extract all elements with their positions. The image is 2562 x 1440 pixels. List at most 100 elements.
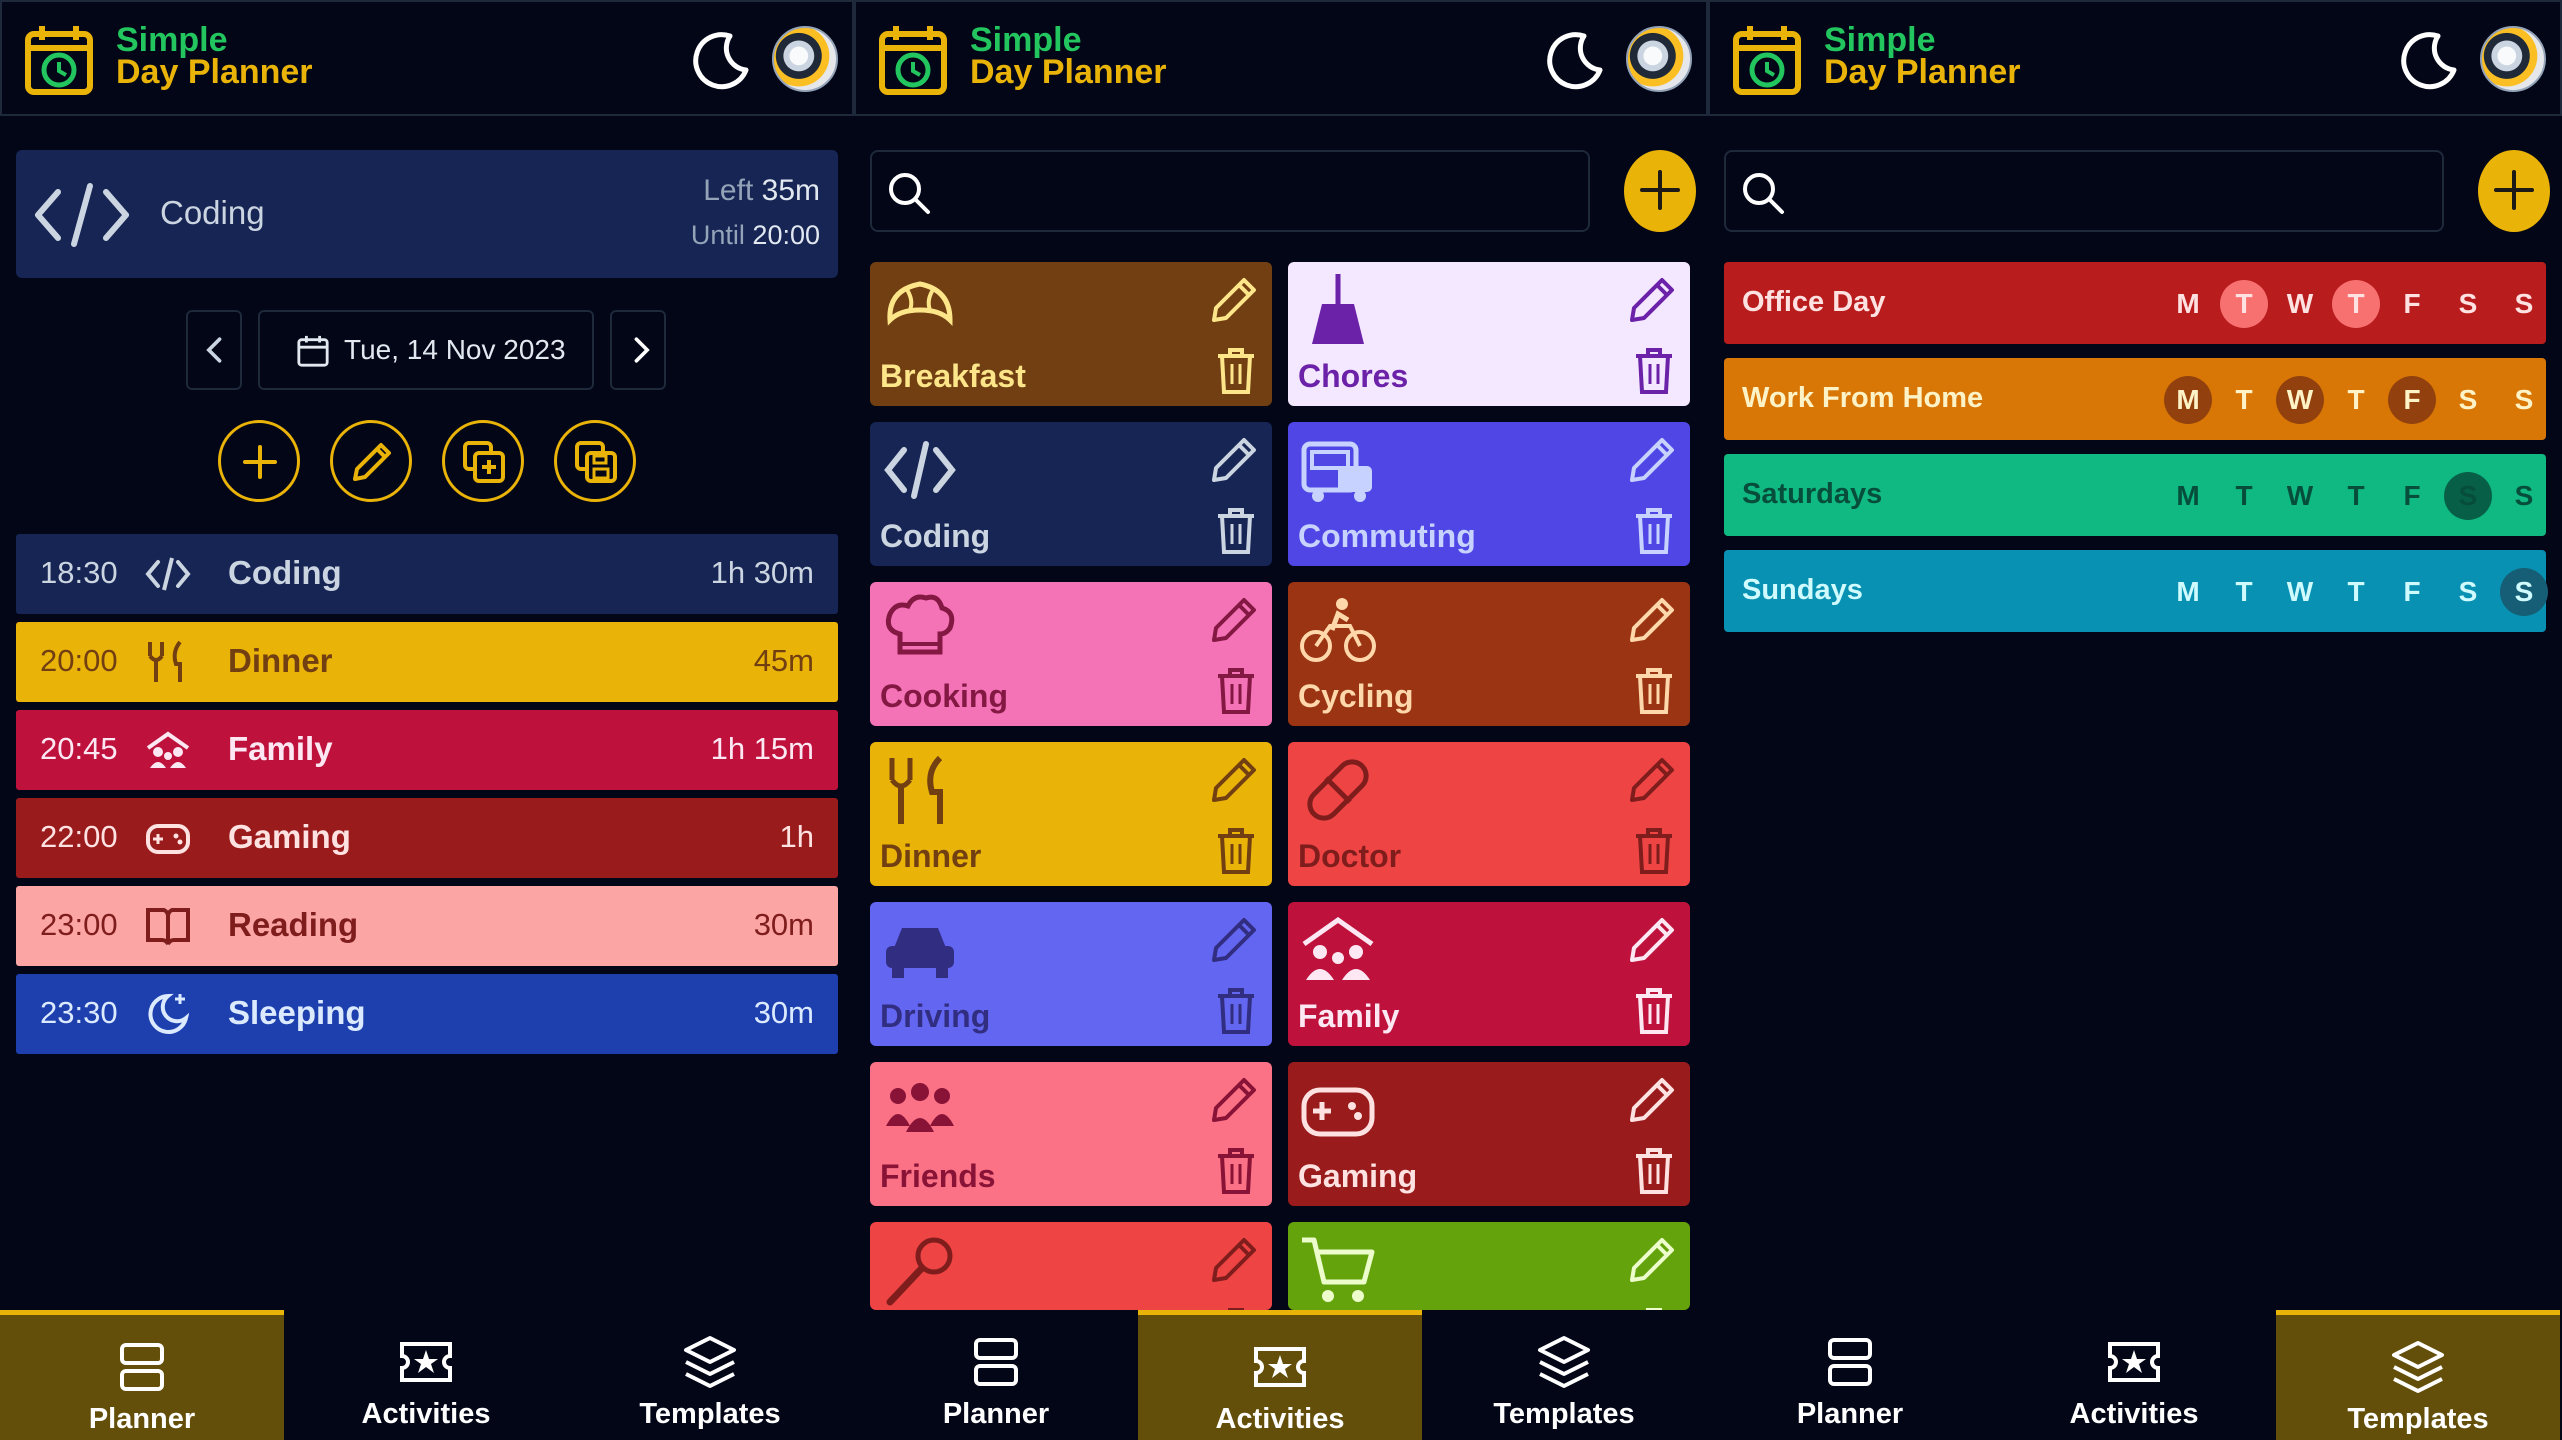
template-row[interactable]: Sundays M T W T F S S	[1724, 550, 2548, 632]
theme-toggle-moon-icon[interactable]	[2400, 30, 2460, 90]
add-activity-button[interactable]	[1624, 150, 1696, 232]
nav-planner[interactable]: Planner	[1708, 1310, 1992, 1440]
date-picker-button[interactable]: Tue, 14 Nov 2023	[258, 310, 594, 390]
delete-trash-icon[interactable]	[1632, 666, 1676, 714]
schedule-row[interactable]: 20:45 Family 1h 15m	[16, 710, 838, 790]
weekday-chip[interactable]: T	[2220, 568, 2268, 616]
nav-templates[interactable]: Templates	[568, 1310, 852, 1440]
weekday-chip[interactable]: S	[2444, 568, 2492, 616]
delete-trash-icon[interactable]	[1632, 826, 1676, 874]
delete-trash-icon[interactable]	[1632, 986, 1676, 1034]
theme-toggle-moon-icon[interactable]	[692, 30, 752, 90]
edit-pencil-icon[interactable]	[1628, 436, 1676, 484]
weekday-chip[interactable]: M	[2164, 280, 2212, 328]
activity-card[interactable]: Breakfast	[870, 262, 1272, 406]
activity-card[interactable]: Gaming	[1288, 1062, 1690, 1206]
activity-card[interactable]	[870, 1222, 1272, 1310]
avatar[interactable]	[1626, 26, 1692, 92]
weekday-chip[interactable]: W	[2276, 568, 2324, 616]
edit-pencil-icon[interactable]	[1628, 276, 1676, 324]
weekday-chip[interactable]: M	[2164, 568, 2212, 616]
activity-card[interactable]	[1288, 1222, 1690, 1310]
delete-trash-icon[interactable]	[1632, 1146, 1676, 1194]
weekday-chip[interactable]: S	[2444, 280, 2492, 328]
delete-trash-icon[interactable]	[1214, 1146, 1258, 1194]
activity-card[interactable]: Cooking	[870, 582, 1272, 726]
edit-pencil-icon[interactable]	[1210, 916, 1258, 964]
template-row[interactable]: Saturdays M T W T F S S	[1724, 454, 2546, 536]
delete-trash-icon[interactable]	[1214, 506, 1258, 554]
nav-templates[interactable]: Templates	[1422, 1310, 1706, 1440]
weekday-chip[interactable]: T	[2332, 280, 2380, 328]
add-template-button[interactable]	[2478, 150, 2550, 232]
nav-planner[interactable]: Planner	[0, 1310, 284, 1440]
schedule-row[interactable]: 18:30 Coding 1h 30m	[16, 534, 838, 614]
delete-trash-icon[interactable]	[1214, 346, 1258, 394]
weekday-chip[interactable]: F	[2388, 280, 2436, 328]
schedule-row[interactable]: 23:00 Reading 30m	[16, 886, 838, 966]
template-row[interactable]: Work From Home M T W T F S S	[1724, 358, 2546, 440]
activity-card[interactable]: Doctor	[1288, 742, 1690, 886]
nav-activities[interactable]: Activities	[1992, 1310, 2276, 1440]
copy-plan-button[interactable]	[442, 420, 524, 502]
weekday-chip[interactable]: F	[2388, 472, 2436, 520]
search-input[interactable]	[870, 150, 1590, 232]
delete-trash-icon[interactable]	[1632, 506, 1676, 554]
activity-card[interactable]: Driving	[870, 902, 1272, 1046]
weekday-chip[interactable]: T	[2220, 280, 2268, 328]
weekday-chip[interactable]: T	[2332, 568, 2380, 616]
nav-templates[interactable]: Templates	[2276, 1310, 2560, 1440]
weekday-chip[interactable]: S	[2444, 376, 2492, 424]
edit-pencil-icon[interactable]	[1628, 756, 1676, 804]
weekday-chip[interactable]: T	[2332, 376, 2380, 424]
edit-pencil-icon[interactable]	[1628, 1236, 1676, 1284]
activity-card[interactable]: Family	[1288, 902, 1690, 1046]
edit-pencil-icon[interactable]	[1210, 756, 1258, 804]
weekday-chip[interactable]: F	[2388, 568, 2436, 616]
edit-pencil-icon[interactable]	[1210, 1236, 1258, 1284]
search-input[interactable]	[1724, 150, 2444, 232]
weekday-chip[interactable]: S	[2444, 472, 2492, 520]
weekday-chip[interactable]: M	[2164, 376, 2212, 424]
edit-pencil-icon[interactable]	[1210, 596, 1258, 644]
weekday-chip[interactable]: S	[2500, 376, 2548, 424]
activity-card[interactable]: Friends	[870, 1062, 1272, 1206]
edit-pencil-icon[interactable]	[1628, 916, 1676, 964]
delete-trash-icon[interactable]	[1632, 346, 1676, 394]
schedule-row[interactable]: 20:00 Dinner 45m	[16, 622, 838, 702]
weekday-chip[interactable]: S	[2500, 472, 2548, 520]
nav-planner[interactable]: Planner	[854, 1310, 1138, 1440]
weekday-chip[interactable]: T	[2220, 472, 2268, 520]
delete-trash-icon[interactable]	[1214, 666, 1258, 714]
delete-trash-icon[interactable]	[1214, 826, 1258, 874]
weekday-chip[interactable]: M	[2164, 472, 2212, 520]
schedule-row[interactable]: 22:00 Gaming 1h	[16, 798, 838, 878]
nav-activities[interactable]: Activities	[284, 1310, 568, 1440]
template-row[interactable]: Office Day M T W T F S S	[1724, 262, 2546, 344]
weekday-chip[interactable]: T	[2332, 472, 2380, 520]
edit-pencil-icon[interactable]	[1628, 596, 1676, 644]
activity-card[interactable]: Coding	[870, 422, 1272, 566]
save-template-button[interactable]	[554, 420, 636, 502]
weekday-chip[interactable]: S	[2500, 280, 2548, 328]
activity-card[interactable]: Dinner	[870, 742, 1272, 886]
edit-plan-button[interactable]	[330, 420, 412, 502]
weekday-chip[interactable]: S	[2500, 568, 2548, 616]
prev-day-button[interactable]	[186, 310, 242, 390]
weekday-chip[interactable]: W	[2276, 376, 2324, 424]
activity-card[interactable]: Chores	[1288, 262, 1690, 406]
schedule-row[interactable]: 23:30 Sleeping 30m	[16, 974, 838, 1054]
avatar[interactable]	[2480, 26, 2546, 92]
edit-pencil-icon[interactable]	[1210, 436, 1258, 484]
next-day-button[interactable]	[610, 310, 666, 390]
edit-pencil-icon[interactable]	[1210, 276, 1258, 324]
weekday-chip[interactable]: F	[2388, 376, 2436, 424]
nav-activities[interactable]: Activities	[1138, 1310, 1422, 1440]
weekday-chip[interactable]: W	[2276, 472, 2324, 520]
add-activity-button[interactable]	[218, 420, 300, 502]
activity-card[interactable]: Commuting	[1288, 422, 1690, 566]
avatar[interactable]	[772, 26, 838, 92]
weekday-chip[interactable]: T	[2220, 376, 2268, 424]
edit-pencil-icon[interactable]	[1628, 1076, 1676, 1124]
theme-toggle-moon-icon[interactable]	[1546, 30, 1606, 90]
